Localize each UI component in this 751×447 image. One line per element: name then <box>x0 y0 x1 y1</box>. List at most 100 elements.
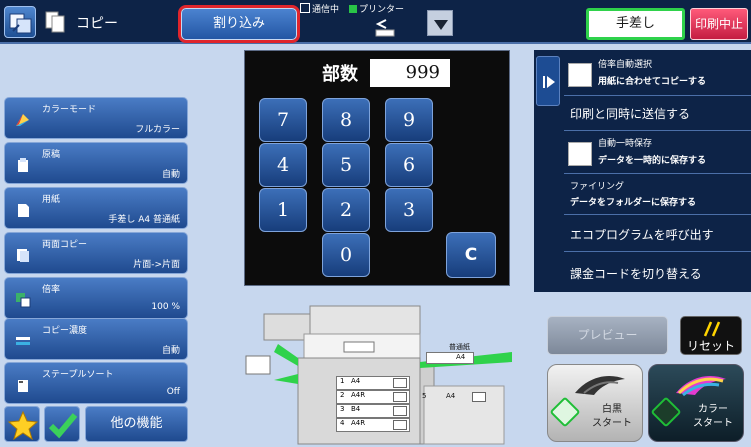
tray-size: B4 <box>351 405 361 413</box>
preview-button[interactable]: プレビュー <box>547 316 668 355</box>
setting-value: 自動 <box>161 170 180 180</box>
stop-print-button[interactable]: 印刷中止 <box>690 8 748 40</box>
start-diamond-icon <box>549 396 581 428</box>
other-functions-button[interactable]: 他の機能 <box>85 406 188 442</box>
auto-ratio-option[interactable]: 倍率自動選択 用紙に合わせてコピーする <box>564 52 751 96</box>
mode-title: コピー <box>76 16 118 32</box>
key-3[interactable]: 3 <box>385 188 433 232</box>
setting-value: 手差し A4 普通紙 <box>108 215 180 225</box>
key-8[interactable]: 8 <box>322 98 370 142</box>
printer-status-label: プリンター <box>359 5 405 15</box>
tray-size: A4R <box>351 419 366 427</box>
checkmark-icon <box>48 413 78 439</box>
comm-status-icon <box>300 3 310 13</box>
key-5[interactable]: 5 <box>322 143 370 187</box>
machine-illustration: 普通紙 A4 1 A4 2 A4R 3 B4 4 A4R 5 A4 <box>244 296 534 446</box>
paper-icon <box>18 204 29 217</box>
paper-type-label: 普通紙 <box>449 343 470 351</box>
clear-key[interactable]: C <box>446 232 496 278</box>
check-settings-button[interactable] <box>44 406 80 442</box>
setting-paper[interactable]: 用紙 手差し A4 普通紙 <box>4 187 188 229</box>
key-2[interactable]: 2 <box>322 188 370 232</box>
setting-color-mode[interactable]: カラーモード フルカラー <box>4 97 188 139</box>
lct-tray[interactable]: 5 A4 <box>420 392 490 404</box>
density-icon <box>16 337 30 345</box>
key-4[interactable]: 4 <box>259 143 307 187</box>
copies-label: 部数 <box>322 64 358 85</box>
setting-duplex[interactable]: 両面コピー 片面->片面 <box>4 232 188 274</box>
color-mode-icon <box>16 114 29 126</box>
lct-number: 5 <box>422 392 427 400</box>
tray-row[interactable]: 4 A4R <box>336 418 410 432</box>
filing-option[interactable]: ファイリング データをフォルダーに保存する <box>564 175 751 215</box>
setting-label: 原稿 <box>42 150 61 160</box>
favorite-button[interactable] <box>4 406 40 442</box>
tray-row[interactable]: 2 A4R <box>336 390 410 404</box>
auto-save-checkbox[interactable] <box>568 142 592 166</box>
home-icon[interactable] <box>4 6 36 38</box>
duplex-icon <box>17 249 29 262</box>
auto-ratio-subtitle: 用紙に合わせてコピーする <box>598 77 707 87</box>
color-start-label: カラー スタート <box>687 403 739 431</box>
key-7[interactable]: 7 <box>259 98 307 142</box>
star-icon <box>7 410 39 441</box>
original-document-icon <box>18 158 28 172</box>
setting-ratio[interactable]: 倍率 100 % <box>4 277 188 319</box>
tray-number: 1 <box>340 377 345 385</box>
filing-title: ファイリング <box>570 182 625 192</box>
collapse-arrow-icon <box>543 76 555 88</box>
setting-density[interactable]: コピー濃度 自動 <box>4 318 188 360</box>
setting-value: フルカラー <box>135 125 180 135</box>
reset-button[interactable]: リセット <box>680 316 742 355</box>
copy-mode-icon <box>44 10 70 34</box>
eco-program-option[interactable]: エコプログラムを呼び出す <box>564 216 751 252</box>
job-status-dropdown-button[interactable] <box>427 10 453 36</box>
tray-number: 3 <box>340 405 345 413</box>
bw-start-label: 白黒 スタート <box>586 403 638 431</box>
send-while-printing-option[interactable]: 印刷と同時に送信する <box>564 97 751 131</box>
auto-ratio-title: 倍率自動選択 <box>598 60 653 70</box>
bw-start-line2: スタート <box>592 418 632 429</box>
auto-save-option[interactable]: 自動一時保存 データを一時的に保存する <box>564 132 751 174</box>
key-9[interactable]: 9 <box>385 98 433 142</box>
copies-value: 999 <box>370 59 450 87</box>
paper-tray-list: 1 A4 2 A4R 3 B4 4 A4R <box>336 376 412 436</box>
tray-row[interactable]: 1 A4 <box>336 376 410 390</box>
interrupt-button[interactable]: 割り込み <box>181 8 297 40</box>
send-while-printing-label: 印刷と同時に送信する <box>570 107 691 121</box>
ratio-icon <box>16 293 31 308</box>
color-wave-icon <box>676 375 726 397</box>
color-start-line2: スタート <box>693 418 733 429</box>
billing-code-option[interactable]: 課金コードを切り替える <box>564 253 751 291</box>
key-1[interactable]: 1 <box>259 188 307 232</box>
tray-row[interactable]: 3 B4 <box>336 404 410 418</box>
key-0[interactable]: 0 <box>322 233 370 277</box>
billing-code-label: 課金コードを切り替える <box>570 267 702 281</box>
comm-status: 通信中 <box>300 2 339 15</box>
bw-start-button[interactable]: 白黒 スタート <box>547 364 643 442</box>
setting-label: 両面コピー <box>42 240 88 250</box>
tray-level-icon <box>393 406 407 416</box>
reset-label: リセット <box>686 339 735 353</box>
setting-label: ステープルソート <box>42 370 114 380</box>
auto-ratio-checkbox[interactable] <box>568 63 592 87</box>
lct-size: A4 <box>446 392 456 400</box>
manual-feed-button[interactable]: 手差し <box>586 8 685 40</box>
printer-status-icon <box>349 5 357 13</box>
key-6[interactable]: 6 <box>385 143 433 187</box>
tray-size: A4R <box>351 391 366 399</box>
setting-original[interactable]: 原稿 自動 <box>4 142 188 184</box>
setting-value: 片面->片面 <box>133 260 180 270</box>
setting-staple-sort[interactable]: ステープルソート Off <box>4 362 188 404</box>
tray-number: 2 <box>340 391 345 399</box>
printer-status: プリンター <box>349 2 404 15</box>
setting-value: 自動 <box>161 346 180 356</box>
setting-value: Off <box>166 387 180 397</box>
color-start-button[interactable]: カラー スタート <box>648 364 744 442</box>
auto-save-title: 自動一時保存 <box>598 139 653 149</box>
print-job-icon <box>374 18 396 38</box>
eco-program-label: エコプログラムを呼び出す <box>570 228 714 242</box>
tray-number: 4 <box>340 419 345 427</box>
panel-collapse-button[interactable] <box>536 56 560 106</box>
tray-level-icon <box>393 378 407 388</box>
